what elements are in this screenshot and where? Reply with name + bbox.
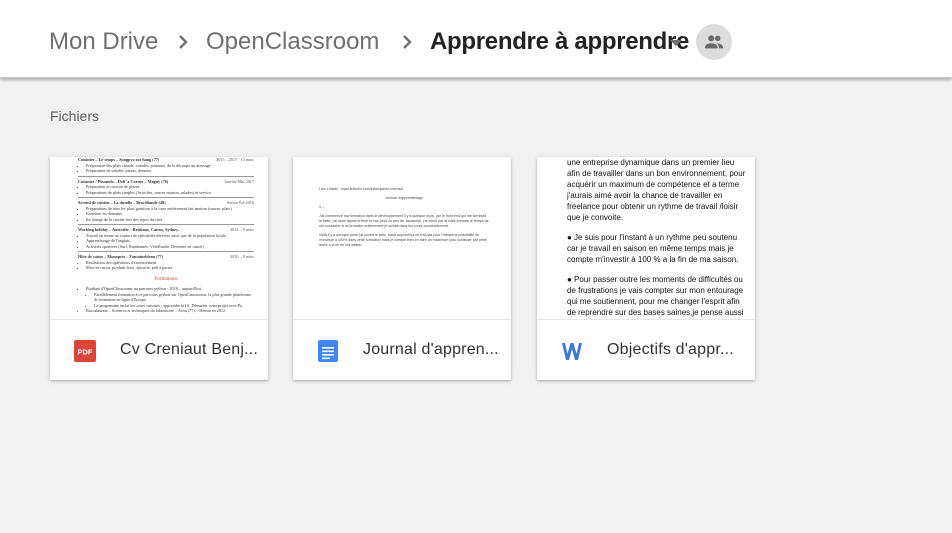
file-name[interactable]: Journal d'appren... [363,341,499,359]
shared-folder-button[interactable] [696,24,732,60]
header-bar: Mon Drive OpenClassroom Apprendre à appr… [0,0,952,78]
file-card-footer: Journal d'appren... [293,320,511,380]
people-icon [704,35,724,49]
cv-preview: Cuisinier – Le temps – Songpyo sur hang … [78,157,254,314]
file-name[interactable]: Cv Creniaut Benj... [120,341,258,359]
svg-text:PDF: PDF [78,348,93,357]
file-card-footer: Objectifs d'appr... [537,320,755,380]
file-thumbnail: Cuisinier – Le temps – Songpyo sur hang … [50,157,268,319]
file-card-cv[interactable]: Cuisinier – Le temps – Songpyo sur hang … [50,157,268,380]
breadcrumb-item-openclassroom[interactable]: OpenClassroom [206,27,379,57]
file-thumbnail: Lien Linkdin : www.linkedin.com/in/benja… [293,157,511,319]
pdf-icon: PDF [74,340,96,362]
caret-down-icon[interactable] [666,36,686,50]
word-icon [562,343,582,360]
chevron-right-icon [403,35,412,49]
file-card-journal[interactable]: Lien Linkdin : www.linkedin.com/in/benja… [293,157,511,380]
chevron-right-icon [179,35,188,49]
google-docs-icon [318,340,338,362]
breadcrumb-item-mon-drive[interactable]: Mon Drive [49,27,158,57]
file-name[interactable]: Objectifs d'appr... [607,341,734,359]
file-card-footer: PDF Cv Creniaut Benj... [50,320,268,380]
file-thumbnail: une entreprise dynamique dans un premier… [537,157,755,319]
file-card-objectifs[interactable]: une entreprise dynamique dans un premier… [537,157,755,380]
breadcrumb-current-folder[interactable]: Apprendre à apprendre [430,27,689,57]
journal-preview: Lien Linkdin : www.linkedin.com/in/benja… [319,187,489,247]
files-section-title: Fichiers [50,108,100,124]
objectifs-preview: une entreprise dynamique dans un premier… [567,158,746,317]
